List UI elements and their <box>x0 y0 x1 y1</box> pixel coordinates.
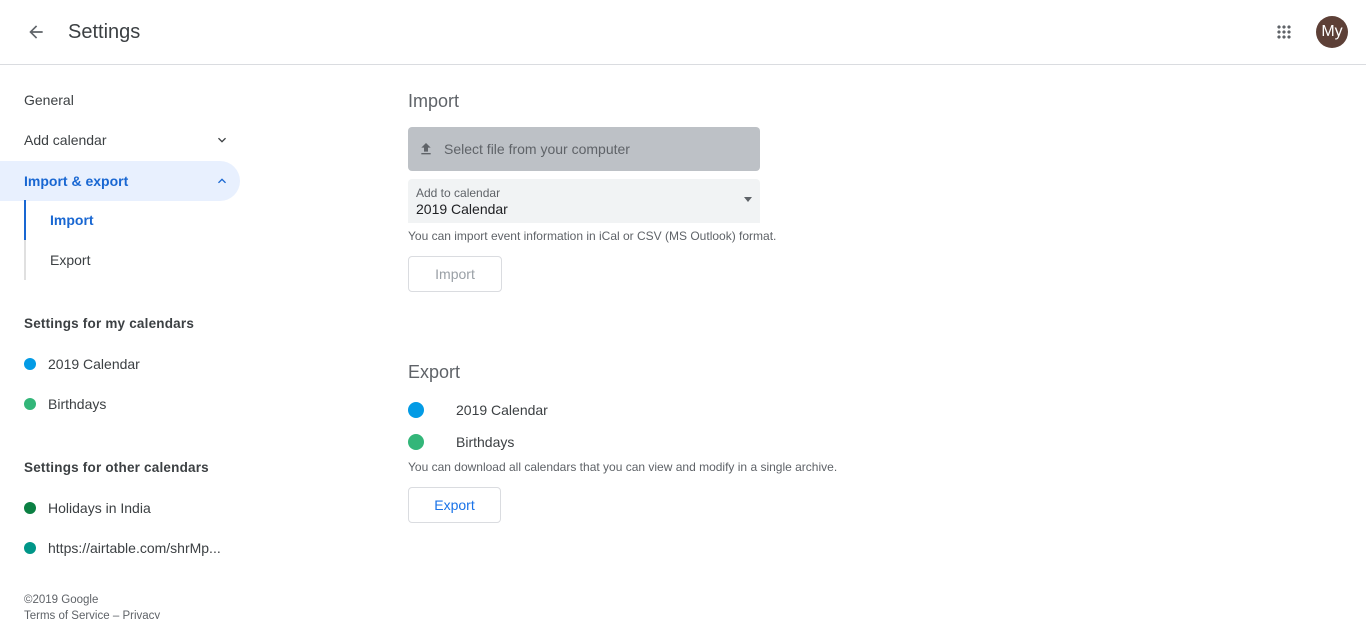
other-calendars-heading: Settings for other calendars <box>24 460 209 475</box>
select-file-label: Select file from your computer <box>444 141 630 157</box>
footer-separator: – <box>112 610 120 619</box>
terms-link[interactable]: Terms of Service <box>24 610 110 619</box>
back-button[interactable] <box>20 16 52 48</box>
sidebar-item-label: General <box>24 92 74 108</box>
export-button[interactable]: Export <box>408 487 501 523</box>
sidebar-subitem-import[interactable]: Import <box>24 200 240 240</box>
sidebar-item-label: Import & export <box>24 173 129 189</box>
calendar-color-dot <box>24 398 36 410</box>
account-avatar[interactable]: My <box>1316 16 1348 48</box>
google-apps-button[interactable] <box>1270 18 1298 46</box>
export-calendar-label: Birthdays <box>456 434 515 450</box>
import-button[interactable]: Import <box>408 256 502 292</box>
chevron-down-icon <box>218 137 226 143</box>
calendar-label: 2019 Calendar <box>48 356 140 372</box>
sidebar-item-label: Import <box>50 212 94 228</box>
sidebar-item-label: Export <box>50 252 91 268</box>
sidebar-subitem-export[interactable]: Export <box>24 240 240 280</box>
upload-icon <box>421 143 431 155</box>
sidebar-calendar-birthdays[interactable]: Birthdays <box>0 384 240 424</box>
calendar-label: Holidays in India <box>48 500 151 516</box>
calendar-color-dot <box>408 402 424 418</box>
calendar-color-dot <box>408 434 424 450</box>
calendar-color-dot <box>24 502 36 514</box>
import-heading: Import <box>408 91 460 111</box>
sidebar-item-import-export[interactable]: Import & export <box>0 161 240 201</box>
calendar-label: https://airtable.com/shrMp... <box>48 540 221 556</box>
footer-links: Terms of Service – Privacy <box>24 608 160 619</box>
settings-sidebar: General Add calendar Import & export Imp… <box>0 65 260 619</box>
privacy-link[interactable]: Privacy <box>122 610 160 619</box>
apps-grid-icon <box>1277 25 1291 39</box>
calendar-color-dot <box>24 542 36 554</box>
export-calendar-label: 2019 Calendar <box>456 402 548 418</box>
sidebar-calendar-holidays-india[interactable]: Holidays in India <box>0 488 240 528</box>
import-export-panel: Import Select file from your computer Ad… <box>408 65 1348 619</box>
sidebar-item-general[interactable]: General <box>0 80 240 120</box>
select-file-button[interactable]: Select file from your computer <box>408 127 760 171</box>
sidebar-calendar-airtable[interactable]: https://airtable.com/shrMp... <box>0 528 240 568</box>
export-hint: You can download all calendars that you … <box>408 460 838 474</box>
calendar-color-dot <box>24 358 36 370</box>
dropdown-arrow-icon <box>744 197 752 202</box>
add-to-calendar-value: 2019 Calendar <box>416 201 508 217</box>
arrow-back-icon <box>29 25 43 39</box>
copyright-text: ©2019 Google <box>24 594 99 606</box>
sidebar-calendar-2019[interactable]: 2019 Calendar <box>0 344 240 384</box>
sidebar-item-add-calendar[interactable]: Add calendar <box>0 120 240 160</box>
sidebar-footer: ©2019 Google Terms of Service – Privacy <box>24 592 160 619</box>
add-to-calendar-select[interactable]: Add to calendar 2019 Calendar <box>408 179 760 223</box>
export-calendar-birthdays: Birthdays <box>408 430 514 454</box>
app-header: Settings My <box>0 0 1366 65</box>
export-heading: Export <box>408 362 461 382</box>
export-calendar-2019: 2019 Calendar <box>408 398 548 422</box>
page-title: Settings <box>68 21 141 43</box>
my-calendars-heading: Settings for my calendars <box>24 316 195 331</box>
calendar-label: Birthdays <box>48 396 107 412</box>
import-hint: You can import event information in iCal… <box>408 229 777 243</box>
chevron-up-icon <box>218 178 226 184</box>
sidebar-item-label: Add calendar <box>24 132 107 148</box>
add-to-calendar-label: Add to calendar <box>416 186 501 200</box>
